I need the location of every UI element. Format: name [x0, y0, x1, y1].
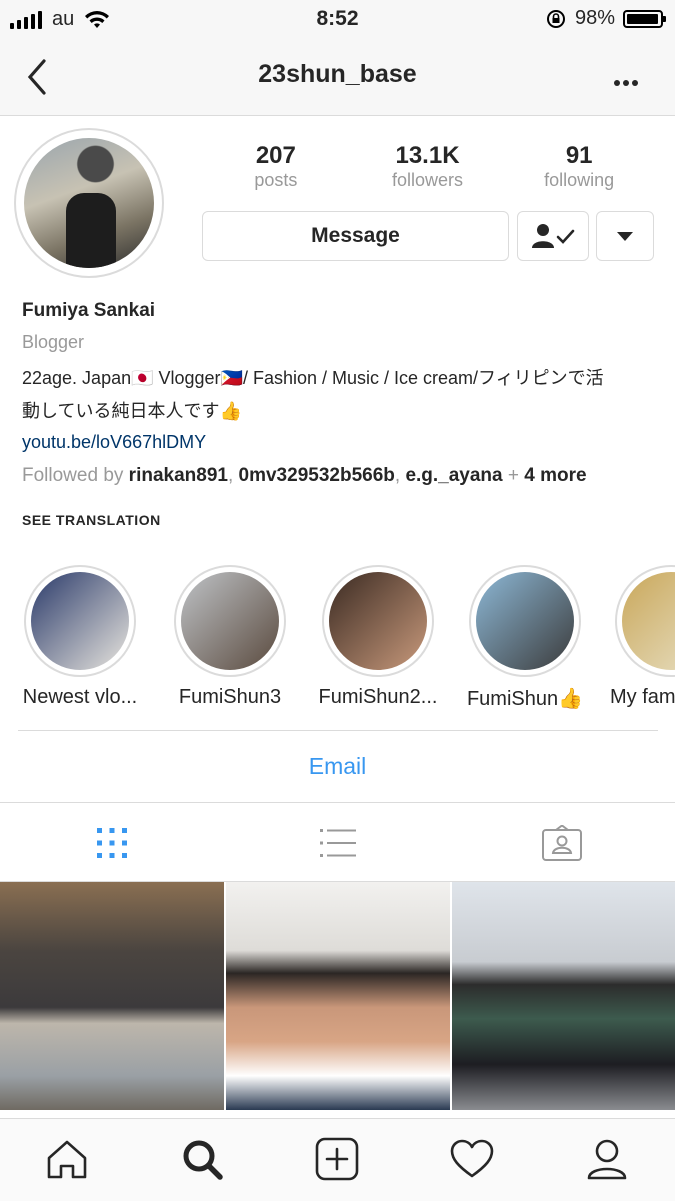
highlight-cover [622, 572, 675, 670]
bio-line: 動している純日本人です👍 [22, 401, 242, 421]
status-bar: au 8:52 98% [0, 0, 675, 40]
highlight-cover [476, 572, 574, 670]
stat-value: 207 [255, 142, 296, 169]
highlight-item[interactable]: Newest vlo... [10, 565, 150, 709]
followed-by-more[interactable]: 4 more [524, 465, 586, 486]
highlight-item[interactable]: My fam [603, 565, 675, 709]
battery-icon [623, 9, 666, 28]
highlight-label: FumiShun2... [318, 686, 438, 708]
story-highlights: Newest vlo... FumiShun3 FumiShun2... Fum… [0, 565, 675, 725]
tab-new-post[interactable] [315, 1137, 359, 1181]
highlight-item[interactable]: FumiShun👍 [455, 565, 595, 711]
profile-icon [587, 1139, 627, 1180]
post-thumbnail[interactable] [226, 882, 450, 1110]
stat-label: following [544, 170, 615, 190]
battery-percent: 98% [574, 7, 615, 29]
heart-icon [450, 1139, 494, 1178]
tab-tagged[interactable] [542, 823, 582, 863]
highlight-ring [322, 565, 434, 677]
highlight-ring [615, 565, 675, 677]
highlight-ring [24, 565, 136, 677]
highlight-cover [181, 572, 279, 670]
stat-label: followers [391, 170, 464, 190]
tab-activity[interactable] [450, 1137, 494, 1181]
stat-value: 91 [565, 142, 593, 169]
person-check-icon [532, 224, 575, 248]
tab-search[interactable] [180, 1137, 224, 1181]
suggestions-dropdown-button[interactable] [596, 211, 654, 261]
page-title: 23shun_base [258, 60, 417, 88]
follower-name[interactable]: e.g._ayana [405, 465, 502, 486]
bio-text: 22age. Japan🇯🇵 Vlogger🇵🇭/ Fashion / Musi… [22, 362, 662, 428]
grid-icon [97, 828, 127, 858]
bio-link[interactable]: youtu.be/loV667hlDMY [22, 432, 662, 453]
tab-list[interactable] [318, 823, 358, 863]
status-right: 98% [545, 7, 666, 30]
highlight-label: FumiShun3 [178, 686, 282, 708]
followed-by[interactable]: Followed by rinakan891, 0mv329532b566b, … [22, 465, 662, 487]
stat-posts[interactable]: 207 posts [200, 142, 352, 191]
rotation-lock-icon [546, 9, 565, 28]
highlight-label: FumiShun👍 [466, 688, 584, 710]
avatar-image [24, 138, 154, 268]
post-grid [0, 882, 675, 1112]
profile-category: Blogger [22, 332, 85, 352]
profile-name: Fumiya Sankai [22, 300, 156, 321]
bio-line: 22age. Japan🇯🇵 Vlogger🇵🇭/ Fashion / Musi… [22, 368, 604, 388]
profile-avatar[interactable] [14, 128, 164, 278]
see-translation-button[interactable]: SEE TRANSLATION [22, 512, 161, 528]
stat-label: posts [254, 170, 298, 190]
highlight-ring [469, 565, 581, 677]
stat-value: 13.1K [395, 142, 460, 169]
tagged-photos-icon [542, 825, 582, 861]
tab-profile[interactable] [585, 1137, 629, 1181]
list-icon [320, 829, 356, 857]
stat-followers[interactable]: 13.1K followers [352, 142, 504, 191]
post-thumbnail[interactable] [0, 882, 224, 1110]
followed-by-prefix: Followed by [22, 465, 124, 486]
bottom-tab-bar [0, 1118, 675, 1201]
following-button[interactable] [517, 211, 589, 261]
profile-bio: Fumiya Sankai Blogger 22age. Japan🇯🇵 Vlo… [22, 300, 662, 487]
message-button[interactable]: Message [202, 211, 509, 261]
highlight-cover [329, 572, 427, 670]
nav-bar: 23shun_base [0, 40, 675, 116]
profile-view-tabs [0, 802, 675, 882]
stat-following[interactable]: 91 following [503, 142, 655, 191]
highlight-item[interactable]: FumiShun3 [160, 565, 300, 709]
follower-name[interactable]: rinakan891 [129, 465, 228, 486]
add-post-icon [315, 1137, 359, 1181]
tab-grid[interactable] [92, 823, 132, 863]
highlight-item[interactable]: FumiShun2... [308, 565, 448, 709]
triangle-down-icon [617, 231, 633, 241]
tab-home[interactable] [45, 1137, 89, 1181]
more-dots-icon [614, 80, 638, 86]
profile-stats: 207 posts 13.1K followers 91 following [200, 142, 655, 191]
divider [18, 730, 658, 731]
search-icon [183, 1140, 223, 1180]
highlight-cover [31, 572, 129, 670]
highlight-label: My fam [610, 686, 675, 708]
more-button[interactable] [613, 62, 639, 94]
follower-name[interactable]: 0mv329532b566b [239, 465, 395, 486]
home-icon [47, 1140, 87, 1179]
email-button[interactable]: Email [0, 753, 675, 780]
post-thumbnail[interactable] [452, 882, 675, 1110]
highlight-ring [174, 565, 286, 677]
highlight-label: Newest vlo... [22, 686, 138, 708]
